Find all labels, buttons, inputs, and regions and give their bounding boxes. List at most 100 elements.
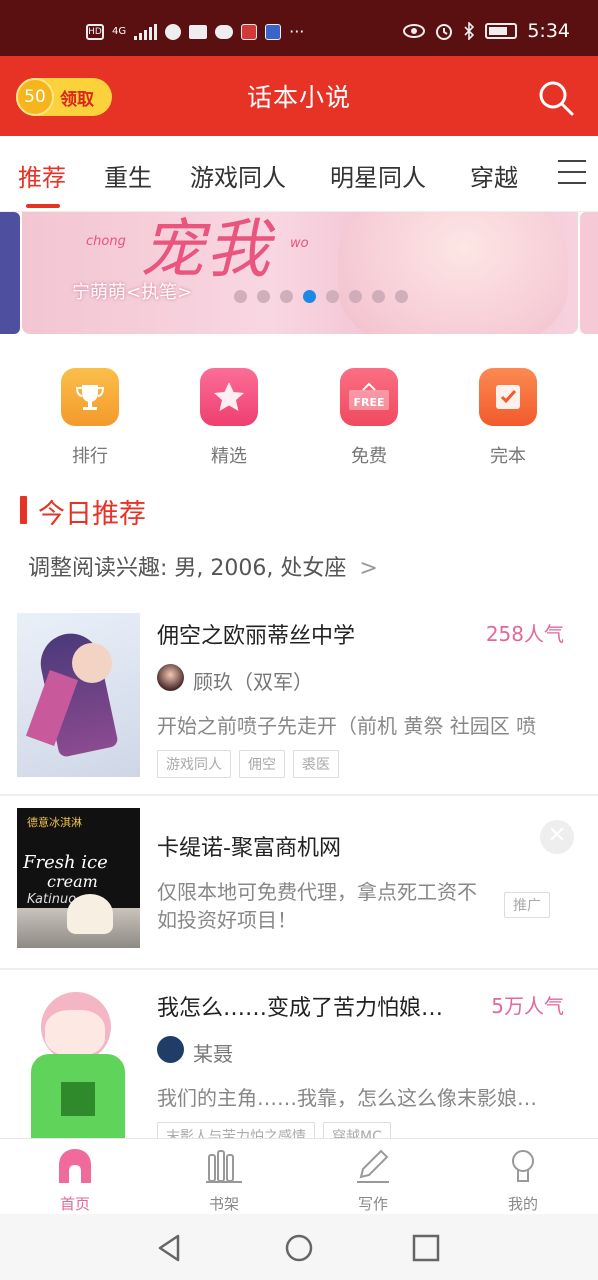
pagination-dot[interactable] bbox=[280, 290, 293, 303]
check-note-icon bbox=[479, 368, 537, 426]
banner-pinyin-right: wo bbox=[290, 236, 309, 251]
book-tag[interactable]: 游戏同人 bbox=[157, 750, 231, 778]
pagination-dot[interactable] bbox=[326, 290, 339, 303]
pagination-dot[interactable] bbox=[395, 290, 408, 303]
briefcase-icon bbox=[189, 24, 208, 39]
banner-pagination bbox=[234, 290, 408, 303]
free-icon: FREE bbox=[340, 368, 398, 426]
quick-entries: 排行 精选 FREE 免费 完本 bbox=[0, 368, 598, 468]
interest-text: 调整阅读兴趣: 男, 2006, 处女座 bbox=[28, 556, 347, 581]
nav-write-label: 写作 bbox=[357, 1195, 388, 1213]
back-icon[interactable] bbox=[154, 1232, 186, 1264]
quick-featured[interactable]: 精选 bbox=[189, 368, 269, 468]
app-header: 50 领取 话本小说 bbox=[0, 56, 598, 136]
quick-free[interactable]: FREE 免费 bbox=[329, 368, 409, 468]
hd-icon: HD bbox=[86, 23, 104, 40]
author-avatar bbox=[157, 664, 184, 691]
bottom-navigation: 首页 书架 写作 我的 bbox=[0, 1138, 598, 1214]
tab-game-fanfic[interactable]: 游戏同人 bbox=[190, 158, 286, 193]
nav-write[interactable]: 写作 bbox=[323, 1147, 423, 1214]
nav-profile[interactable]: 我的 bbox=[473, 1147, 573, 1214]
banner-carousel[interactable]: chong 宠我 wo 宁萌萌<执笔> bbox=[0, 212, 598, 334]
quick-completed-label: 完本 bbox=[490, 446, 526, 467]
book-popularity: 258人气 bbox=[485, 622, 564, 646]
pagination-dot[interactable] bbox=[234, 290, 247, 303]
book-author: 某聂 bbox=[193, 1042, 233, 1066]
recent-apps-icon[interactable] bbox=[410, 1232, 442, 1264]
pagination-dot[interactable] bbox=[349, 290, 362, 303]
nav-profile-label: 我的 bbox=[507, 1195, 538, 1213]
banner-pinyin-left: chong bbox=[86, 234, 126, 249]
close-icon[interactable]: ✕ bbox=[540, 820, 574, 854]
banner-next-peek[interactable] bbox=[580, 212, 598, 334]
ad-card[interactable]: 德意冰淇淋 Fresh ice cream Katinuo 卡缇诺-聚富商机网 … bbox=[0, 796, 598, 968]
book-tag[interactable]: 末影人与苦力怕之感情 bbox=[157, 1122, 315, 1138]
status-left-icons: HD 4G ··· bbox=[86, 22, 304, 41]
book-tag[interactable]: 佣空 bbox=[239, 750, 285, 778]
book-cover bbox=[17, 986, 140, 1138]
status-right-icons: 5:34 bbox=[403, 20, 570, 42]
tab-time-travel[interactable]: 穿越 bbox=[470, 158, 518, 193]
pen-icon bbox=[357, 1149, 389, 1183]
ad-cover-top-text: 德意冰淇淋 bbox=[27, 816, 82, 829]
tab-rebirth[interactable]: 重生 bbox=[104, 158, 152, 193]
bluetooth-icon bbox=[464, 22, 475, 40]
section-title: 今日推荐 bbox=[38, 499, 146, 530]
ad-cover-text: Fresh ice bbox=[23, 852, 108, 873]
chevron-right-icon: > bbox=[359, 556, 378, 581]
ad-cover: 德意冰淇淋 Fresh ice cream Katinuo bbox=[17, 808, 140, 948]
book-tags: 游戏同人 佣空 裘医 bbox=[157, 750, 339, 778]
banner-prev-peek[interactable] bbox=[0, 212, 20, 334]
book-popularity: 5万人气 bbox=[491, 994, 564, 1018]
banner-slide[interactable]: chong 宠我 wo 宁萌萌<执笔> bbox=[22, 212, 578, 334]
battery-icon bbox=[485, 23, 518, 39]
home-button-icon[interactable] bbox=[283, 1232, 315, 1264]
wechat-icon bbox=[215, 24, 234, 39]
status-bar: HD 4G ··· 5:34 bbox=[0, 0, 598, 56]
book-tags: 末影人与苦力怕之感情 穿越MC bbox=[157, 1122, 391, 1138]
quick-ranking-label: 排行 bbox=[72, 446, 108, 467]
system-navigation-bar bbox=[0, 1214, 598, 1280]
section-accent-bar bbox=[20, 496, 27, 524]
eye-icon bbox=[403, 24, 426, 38]
pagination-dot[interactable] bbox=[257, 290, 270, 303]
ad-description: 仅限本地可免费代理，拿点死工资不如投资好项目！ bbox=[157, 880, 477, 932]
network-type-label: 4G bbox=[112, 26, 127, 37]
category-tabs: 推荐 重生 游戏同人 明星同人 穿越 bbox=[0, 136, 598, 212]
nav-home-label: 首页 bbox=[59, 1195, 90, 1213]
book-title: 我怎么……变成了苦力怕娘… bbox=[157, 996, 444, 1021]
book-title: 佣空之欧丽蒂丝中学 bbox=[157, 624, 356, 649]
menu-icon[interactable] bbox=[558, 160, 586, 184]
profile-icon bbox=[512, 1150, 534, 1182]
adjust-interest-link[interactable]: 调整阅读兴趣: 男, 2006, 处女座 > bbox=[28, 550, 378, 582]
trophy-icon bbox=[61, 368, 119, 426]
book-card[interactable]: 我怎么……变成了苦力怕娘… 5万人气 某聂 我们的主角……我靠，怎么这么像末影娘… bbox=[0, 970, 598, 1138]
pagination-dot-active[interactable] bbox=[303, 290, 316, 303]
tab-recommend[interactable]: 推荐 bbox=[18, 158, 66, 193]
book-tag[interactable]: 裘医 bbox=[293, 750, 339, 778]
search-icon[interactable] bbox=[536, 78, 576, 118]
svg-text:FREE: FREE bbox=[353, 396, 384, 409]
quick-ranking[interactable]: 排行 bbox=[50, 368, 130, 468]
book-tag[interactable]: 穿越MC bbox=[323, 1122, 391, 1138]
author-avatar bbox=[157, 1036, 184, 1063]
nav-bookshelf[interactable]: 书架 bbox=[174, 1147, 274, 1214]
banner-byline: 宁萌萌<执笔> bbox=[72, 282, 193, 303]
pagination-dot[interactable] bbox=[372, 290, 385, 303]
star-icon bbox=[200, 368, 258, 426]
ad-title: 卡缇诺-聚富商机网 bbox=[157, 836, 341, 861]
quick-completed[interactable]: 完本 bbox=[468, 368, 548, 468]
vpn-icon bbox=[165, 23, 182, 40]
book-cover bbox=[17, 613, 140, 777]
ad-badge: 推广 bbox=[504, 892, 550, 918]
status-time: 5:34 bbox=[527, 20, 570, 42]
book-description: 我们的主角……我靠，怎么这么像末影娘… bbox=[157, 1086, 537, 1110]
nav-home[interactable]: 首页 bbox=[25, 1147, 125, 1214]
alarm-icon bbox=[436, 24, 453, 40]
tab-celebrity-fanfic[interactable]: 明星同人 bbox=[330, 158, 426, 193]
quick-featured-label: 精选 bbox=[211, 446, 247, 467]
book-app-icon bbox=[241, 23, 258, 40]
bookshelf-icon bbox=[206, 1150, 242, 1183]
book-card[interactable]: 佣空之欧丽蒂丝中学 258人气 顾玖（双军） 开始之前喷子先走开（前机 黄祭 社… bbox=[0, 596, 598, 794]
quick-free-label: 免费 bbox=[351, 446, 387, 467]
